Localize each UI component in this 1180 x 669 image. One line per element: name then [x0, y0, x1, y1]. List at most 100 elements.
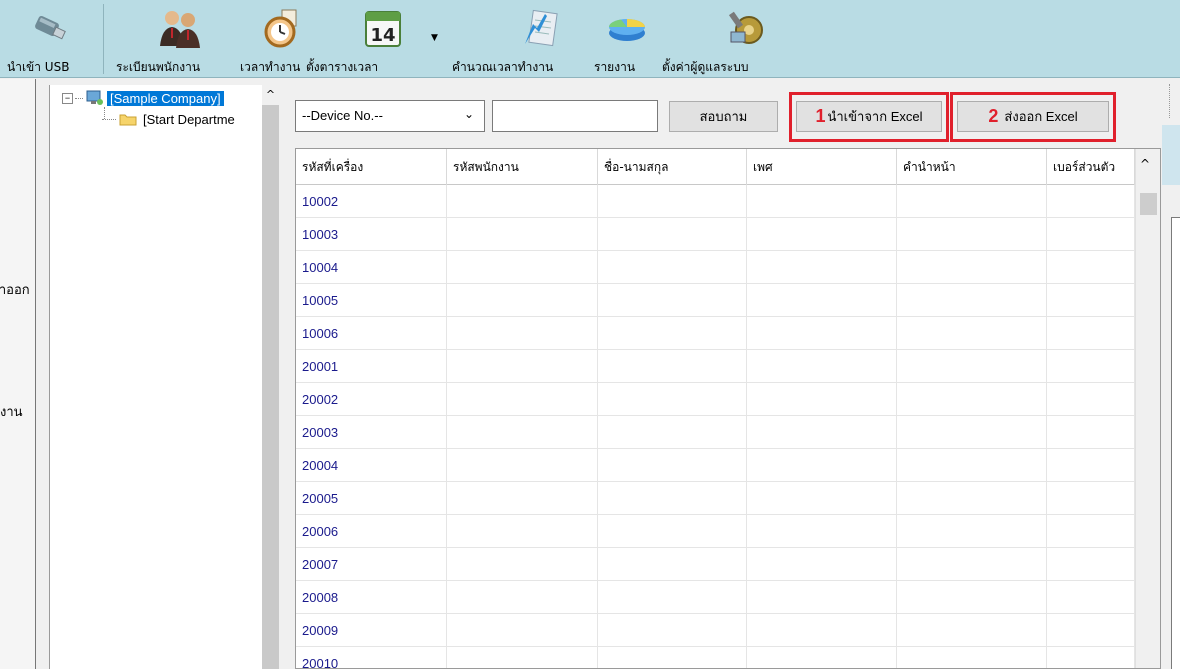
cell-empty[interactable] [598, 251, 747, 284]
cell-device-id[interactable]: 20006 [296, 515, 447, 548]
cell-device-id[interactable]: 20002 [296, 383, 447, 416]
cell-empty[interactable] [447, 251, 598, 284]
cell-empty[interactable] [897, 515, 1047, 548]
dropdown-arrow-icon[interactable]: ▼ [431, 33, 438, 43]
cell-empty[interactable] [897, 251, 1047, 284]
cell-empty[interactable] [747, 614, 897, 647]
cell-empty[interactable] [1047, 317, 1135, 350]
cell-empty[interactable] [897, 614, 1047, 647]
cell-empty[interactable] [447, 449, 598, 482]
cell-empty[interactable] [747, 515, 897, 548]
cell-empty[interactable] [897, 548, 1047, 581]
cell-empty[interactable] [447, 581, 598, 614]
scroll-thumb[interactable] [1140, 193, 1157, 215]
cell-empty[interactable] [1047, 218, 1135, 251]
table-row[interactable]: 10006 [296, 317, 1136, 350]
tree-scrollbar[interactable]: ^ [262, 85, 279, 669]
cell-empty[interactable] [1047, 383, 1135, 416]
cell-empty[interactable] [447, 218, 598, 251]
cell-empty[interactable] [598, 383, 747, 416]
cell-empty[interactable] [747, 317, 897, 350]
table-row[interactable]: 10004 [296, 251, 1136, 284]
cell-empty[interactable] [897, 581, 1047, 614]
toolbar-work-time-button[interactable]: เวลาทำงาน [240, 0, 310, 78]
tree-node-company[interactable]: − [Sample Company] [62, 89, 224, 107]
table-row[interactable]: 20003 [296, 416, 1136, 449]
query-button[interactable]: สอบถาม [669, 101, 778, 132]
column-header-phone[interactable]: เบอร์ส่วนตัว [1047, 149, 1135, 185]
grid-scrollbar[interactable]: ^ [1135, 149, 1160, 668]
table-row[interactable]: 20001 [296, 350, 1136, 383]
column-header-title[interactable]: คำนำหน้า [897, 149, 1047, 185]
cell-device-id[interactable]: 10005 [296, 284, 447, 317]
import-excel-button[interactable]: 1 นำเข้าจาก Excel [796, 101, 942, 132]
toolbar-report-button[interactable]: รายงาน [594, 0, 656, 78]
table-row[interactable]: 20002 [296, 383, 1136, 416]
cell-empty[interactable] [1047, 251, 1135, 284]
cell-empty[interactable] [598, 416, 747, 449]
cell-empty[interactable] [897, 449, 1047, 482]
cell-device-id[interactable]: 20005 [296, 482, 447, 515]
cell-empty[interactable] [747, 581, 897, 614]
cell-empty[interactable] [447, 647, 598, 668]
cell-empty[interactable] [897, 218, 1047, 251]
cell-empty[interactable] [1047, 449, 1135, 482]
cell-device-id[interactable]: 20009 [296, 614, 447, 647]
cell-empty[interactable] [747, 350, 897, 383]
cell-empty[interactable] [1047, 614, 1135, 647]
table-row[interactable]: 20008 [296, 581, 1136, 614]
cell-empty[interactable] [598, 482, 747, 515]
left-nav-item-attendance[interactable]: ข้าออก [0, 279, 30, 300]
cell-empty[interactable] [747, 416, 897, 449]
cell-empty[interactable] [598, 515, 747, 548]
cell-empty[interactable] [897, 482, 1047, 515]
tree-node-label[interactable]: [Start Departme [143, 112, 235, 127]
cell-empty[interactable] [1047, 581, 1135, 614]
cell-empty[interactable] [747, 449, 897, 482]
cell-empty[interactable] [447, 614, 598, 647]
cell-empty[interactable] [747, 284, 897, 317]
cell-device-id[interactable]: 20001 [296, 350, 447, 383]
export-excel-button[interactable]: 2 ส่งออก Excel [957, 101, 1109, 132]
table-row[interactable]: 20010 [296, 647, 1136, 668]
cell-empty[interactable] [447, 317, 598, 350]
cell-empty[interactable] [747, 548, 897, 581]
table-row[interactable]: 10002 [296, 185, 1136, 218]
cell-empty[interactable] [897, 416, 1047, 449]
cell-empty[interactable] [447, 185, 598, 218]
cell-device-id[interactable]: 20003 [296, 416, 447, 449]
toolbar-employee-records-button[interactable]: ระเบียนพนักงาน [112, 0, 232, 78]
cell-empty[interactable] [747, 647, 897, 668]
cell-empty[interactable] [447, 548, 598, 581]
table-row[interactable]: 20007 [296, 548, 1136, 581]
cell-empty[interactable] [598, 284, 747, 317]
cell-empty[interactable] [1047, 284, 1135, 317]
right-panel-tab[interactable] [1162, 125, 1180, 185]
cell-empty[interactable] [447, 515, 598, 548]
cell-empty[interactable] [1047, 647, 1135, 668]
cell-empty[interactable] [598, 548, 747, 581]
cell-empty[interactable] [747, 185, 897, 218]
cell-device-id[interactable]: 10006 [296, 317, 447, 350]
cell-device-id[interactable]: 20008 [296, 581, 447, 614]
cell-empty[interactable] [447, 284, 598, 317]
cell-empty[interactable] [598, 350, 747, 383]
cell-empty[interactable] [598, 185, 747, 218]
device-select[interactable]: --Device No.-- ⌄ [295, 100, 485, 132]
cell-device-id[interactable]: 20010 [296, 647, 447, 668]
table-row[interactable]: 10003 [296, 218, 1136, 251]
cell-device-id[interactable]: 10002 [296, 185, 447, 218]
cell-empty[interactable] [897, 317, 1047, 350]
left-nav-item-work[interactable]: งาน [0, 401, 23, 422]
cell-empty[interactable] [598, 614, 747, 647]
column-header-device-id[interactable]: รหัสที่เครื่อง [296, 149, 447, 185]
toolbar-calculate-button[interactable]: คำนวณเวลาทำงาน [452, 0, 582, 78]
cell-empty[interactable] [897, 383, 1047, 416]
cell-empty[interactable] [747, 251, 897, 284]
cell-empty[interactable] [897, 647, 1047, 668]
cell-empty[interactable] [897, 185, 1047, 218]
cell-empty[interactable] [447, 416, 598, 449]
table-row[interactable]: 20006 [296, 515, 1136, 548]
cell-empty[interactable] [1047, 185, 1135, 218]
cell-empty[interactable] [598, 647, 747, 668]
